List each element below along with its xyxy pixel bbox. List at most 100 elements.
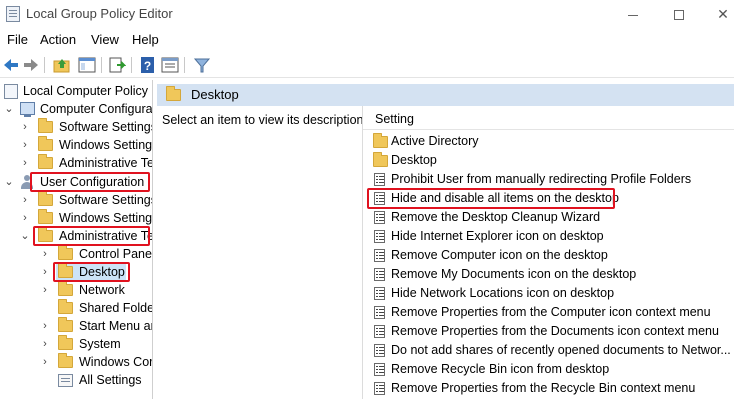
highlight-hide-disable-desktop-items: [367, 188, 615, 209]
show-hide-tree-icon[interactable]: [78, 56, 96, 74]
list-item-policy[interactable]: Remove Properties from the Recycle Bin c…: [363, 379, 734, 398]
toolbar-separator: [44, 57, 45, 73]
chevron-right-icon[interactable]: ›: [20, 136, 30, 154]
chevron-right-icon[interactable]: ›: [40, 263, 50, 281]
list-item-policy[interactable]: Hide Network Locations icon on desktop: [363, 284, 734, 303]
chevron-right-icon[interactable]: ›: [20, 209, 30, 227]
list-item-label: Remove Recycle Bin icon from desktop: [391, 362, 610, 376]
list-item-label: Remove Properties from the Recycle Bin c…: [391, 381, 696, 395]
highlight-user-configuration: [30, 172, 150, 192]
menu-view[interactable]: View: [91, 32, 119, 47]
menu-file[interactable]: File: [7, 32, 28, 47]
tree-item-label: Local Computer Policy: [23, 84, 149, 98]
list-item-policy[interactable]: Hide Internet Explorer icon on desktop: [363, 227, 734, 246]
policy-setting-icon: [374, 344, 385, 357]
tree-item-label: Administrative Te: [59, 156, 153, 170]
all-settings-icon: [58, 374, 73, 387]
list-item-label: Remove Properties from the Computer icon…: [391, 305, 711, 319]
folder-icon: [58, 317, 73, 332]
list-item-desktop-folder[interactable]: Desktop: [363, 151, 734, 170]
tree-item-label: Start Menu ar: [79, 319, 153, 333]
computer-icon: [20, 102, 35, 117]
policy-setting-icon: [374, 363, 385, 376]
chevron-down-icon[interactable]: ⌄: [4, 100, 14, 118]
list-item-label: Do not add shares of recently opened doc…: [391, 343, 731, 357]
folder-icon: [373, 152, 388, 167]
tree-item-label: Windows Setting: [59, 138, 153, 152]
maximize-button[interactable]: [656, 0, 702, 28]
chevron-right-icon[interactable]: ›: [20, 154, 30, 172]
policy-setting-icon: [374, 268, 385, 281]
close-button[interactable]: ✕: [700, 0, 734, 28]
list-item-policy[interactable]: Do not add shares of recently opened doc…: [363, 341, 734, 360]
policy-setting-icon: [374, 325, 385, 338]
chevron-right-icon[interactable]: ›: [40, 353, 50, 371]
list-item-policy[interactable]: Remove My Documents icon on the desktop: [363, 265, 734, 284]
list-item-label: Hide Network Locations icon on desktop: [391, 286, 615, 300]
list-item-policy[interactable]: Remove Recycle Bin icon from desktop: [363, 360, 734, 379]
export-list-icon[interactable]: [108, 56, 126, 74]
up-folder-icon[interactable]: [53, 56, 71, 74]
list-item-policy[interactable]: Remove the Desktop Cleanup Wizard: [363, 208, 734, 227]
chevron-right-icon[interactable]: ›: [40, 281, 50, 299]
folder-icon: [58, 281, 73, 296]
properties-icon[interactable]: [161, 56, 179, 74]
folder-icon: [38, 191, 53, 206]
chevron-down-icon[interactable]: ⌄: [4, 173, 14, 191]
list-item-active-directory[interactable]: Active Directory: [363, 132, 734, 151]
help-icon[interactable]: ?: [139, 56, 157, 74]
policy-setting-icon: [374, 230, 385, 243]
window-title: Local Group Policy Editor: [26, 6, 173, 21]
back-icon[interactable]: [2, 56, 20, 74]
menu-help[interactable]: Help: [132, 32, 159, 47]
list-item-policy[interactable]: Remove Properties from the Computer icon…: [363, 303, 734, 322]
svg-text:?: ?: [144, 59, 151, 73]
policy-setting-icon: [374, 306, 385, 319]
list-item-label: Remove the Desktop Cleanup Wizard: [391, 210, 601, 224]
policy-setting-icon: [374, 173, 385, 186]
tree-item-label: All Settings: [79, 373, 142, 387]
folder-icon: [58, 245, 73, 260]
maximize-icon: [674, 10, 684, 21]
group-policy-app-icon: [6, 6, 20, 22]
chevron-right-icon[interactable]: ›: [40, 245, 50, 263]
minimize-icon: [628, 14, 638, 16]
toolbar-separator: [101, 57, 102, 73]
minimize-button[interactable]: [610, 0, 656, 28]
column-header-setting[interactable]: Setting: [363, 106, 734, 130]
forward-icon[interactable]: [22, 56, 40, 74]
folder-icon: [58, 299, 73, 314]
chevron-right-icon[interactable]: ›: [20, 118, 30, 136]
menu-bar: File Action View Help: [0, 29, 734, 51]
description-text: Select an item to view its description.: [162, 113, 367, 127]
list-item-policy[interactable]: Prohibit User from manually redirecting …: [363, 170, 734, 189]
details-pane-title: Desktop: [191, 87, 239, 102]
tree-item-label: Computer Configura: [40, 102, 153, 116]
list-item-label: Prohibit User from manually redirecting …: [391, 172, 692, 186]
folder-icon: [166, 86, 181, 101]
folder-icon: [38, 118, 53, 133]
tree-item-label: Software Settings: [59, 193, 153, 207]
details-pane-header: Desktop: [157, 84, 734, 106]
list-item-label: Hide Internet Explorer icon on desktop: [391, 229, 604, 243]
folder-icon: [373, 133, 388, 148]
close-icon: ✕: [717, 6, 729, 22]
chevron-down-icon[interactable]: ⌄: [20, 227, 30, 245]
list-item-label: Active Directory: [391, 134, 479, 148]
tree-item-label: Software Settings: [59, 120, 153, 134]
highlight-administrative-templates: [33, 226, 150, 246]
column-header-label: Setting: [375, 112, 414, 126]
list-item-policy[interactable]: Remove Computer icon on the desktop: [363, 246, 734, 265]
tree-item-label: Network: [79, 283, 125, 297]
chevron-right-icon[interactable]: ›: [20, 191, 30, 209]
folder-icon: [38, 136, 53, 151]
chevron-right-icon[interactable]: ›: [40, 317, 50, 335]
folder-icon: [58, 335, 73, 350]
chevron-right-icon[interactable]: ›: [40, 335, 50, 353]
filter-icon[interactable]: [193, 56, 211, 74]
list-item-label: Desktop: [391, 153, 437, 167]
list-item-label: Remove Properties from the Documents ico…: [391, 324, 719, 338]
list-item-policy[interactable]: Remove Properties from the Documents ico…: [363, 322, 734, 341]
folder-icon: [58, 353, 73, 368]
menu-action[interactable]: Action: [40, 32, 76, 47]
